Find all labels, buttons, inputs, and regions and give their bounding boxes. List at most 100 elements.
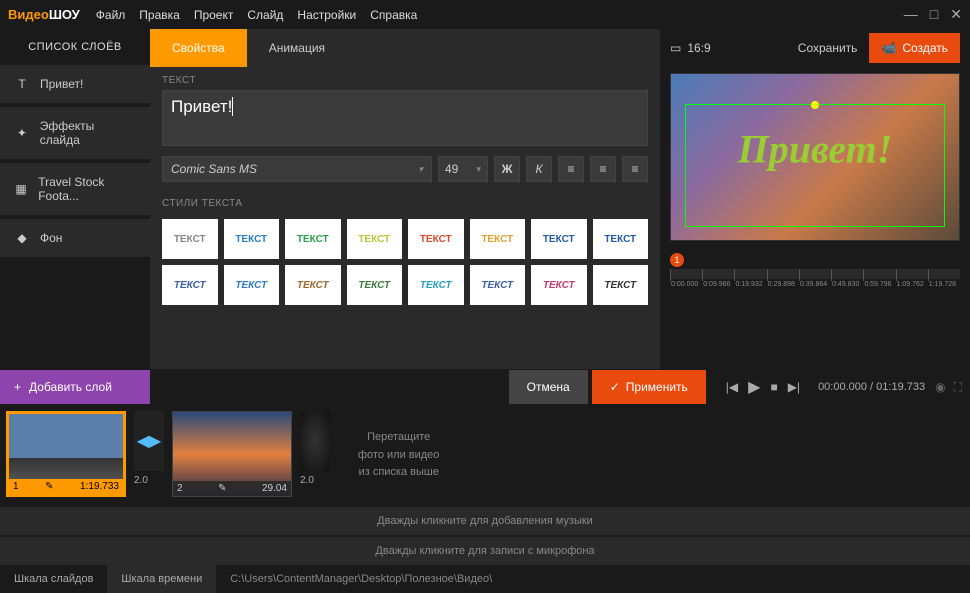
stop-button[interactable]: ■ <box>770 380 777 394</box>
align-left-button[interactable]: ≡ <box>558 156 584 182</box>
layer-item-effects[interactable]: ✦Эффекты слайда <box>0 107 150 159</box>
text-style-preset[interactable]: ТЕКСТ <box>162 219 218 259</box>
menu-project[interactable]: Проект <box>194 8 234 22</box>
apply-button[interactable]: ✓Применить <box>592 370 706 404</box>
play-button[interactable]: ▶ <box>748 377 760 397</box>
plus-icon: + <box>14 380 21 394</box>
add-layer-button[interactable]: +Добавить слой <box>0 370 150 404</box>
italic-button[interactable]: К <box>526 156 552 182</box>
cancel-button[interactable]: Отмена <box>509 370 588 404</box>
chevron-down-icon: ▾ <box>418 164 423 175</box>
ruler-tick: 0:19.932 <box>734 269 766 281</box>
wand-icon: ✦ <box>14 126 30 140</box>
slide-thumbnail-1[interactable]: 1✎1:19.733 <box>6 411 126 497</box>
menu-help[interactable]: Справка <box>370 8 417 22</box>
slide-strip: 1✎1:19.733 ◀▶ 2.0 2✎29.04 2.0 Перетащите… <box>0 405 970 505</box>
music-track[interactable]: Дважды кликните для добавления музыки <box>0 507 970 535</box>
layer-item-video[interactable]: ▦ Travel Stock Foota... <box>0 163 150 215</box>
ruler-tick: 1:19.728 <box>928 269 960 281</box>
dropzone[interactable]: Перетащитефото или видеоиз списка выше <box>358 411 439 482</box>
menu-settings[interactable]: Настройки <box>297 8 356 22</box>
transition-2[interactable] <box>300 411 330 471</box>
text-icon: T <box>14 77 30 91</box>
font-size-select[interactable]: 49▾ <box>438 156 488 182</box>
menu-slide[interactable]: Слайд <box>247 8 283 22</box>
text-style-preset[interactable]: ТЕКСТ <box>593 265 649 305</box>
ruler-tick: 0:29.898 <box>767 269 799 281</box>
next-button[interactable]: ▶| <box>788 380 800 394</box>
layer-item-text[interactable]: T Привет! <box>0 65 150 103</box>
maximize-button[interactable]: □ <box>930 6 938 23</box>
transition-duration: 2.0 <box>134 475 164 486</box>
tab-animation[interactable]: Анимация <box>247 29 347 67</box>
align-center-button[interactable]: ≡ <box>590 156 616 182</box>
timecode: 00:00.000 / 01:19.733 <box>818 381 925 393</box>
bold-button[interactable]: Ж <box>494 156 520 182</box>
layer-label: Travel Stock Foota... <box>38 175 136 203</box>
snapshot-button[interactable]: ◉ <box>935 380 945 394</box>
text-style-preset[interactable]: ТЕКСТ <box>408 219 464 259</box>
film-icon: ▦ <box>14 182 28 196</box>
preview-timeline[interactable]: 1 0:00.0000:09.9660:19.9320:29.8980:39.8… <box>670 253 960 279</box>
text-style-preset[interactable]: ТЕКСТ <box>347 219 403 259</box>
sidebar-title: СПИСОК СЛОЁВ <box>0 29 150 65</box>
layer-item-background[interactable]: ◆ Фон <box>0 219 150 257</box>
main-menu: Файл Правка Проект Слайд Настройки Справ… <box>96 8 418 22</box>
fullscreen-button[interactable]: ⛶ <box>954 380 962 395</box>
create-button[interactable]: 📹Создать <box>869 33 960 63</box>
camera-icon: 📹 <box>881 41 896 55</box>
footer-path: C:\Users\ContentManager\Desktop\Полезное… <box>216 573 506 585</box>
menu-edit[interactable]: Правка <box>139 8 180 22</box>
layer-label: Фон <box>40 231 62 245</box>
titlebar: ВидеоШОУ Файл Правка Проект Слайд Настро… <box>0 0 970 29</box>
tab-properties[interactable]: Свойства <box>150 29 247 67</box>
layer-label: Привет! <box>40 77 83 91</box>
text-style-preset[interactable]: ТЕКСТ <box>531 219 587 259</box>
edit-icon[interactable]: ✎ <box>218 483 226 494</box>
preview-canvas[interactable]: Привет! <box>670 73 960 241</box>
edit-icon[interactable]: ✎ <box>45 481 53 492</box>
monitor-icon: ▭ <box>670 41 681 55</box>
font-family-select[interactable]: Comic Sans MS▾ <box>162 156 432 182</box>
text-style-preset[interactable]: ТЕКСТ <box>470 219 526 259</box>
text-style-preset[interactable]: ТЕКСТ <box>408 265 464 305</box>
mic-track[interactable]: Дважды кликните для записи с микрофона <box>0 537 970 565</box>
text-input[interactable]: Привет! <box>162 90 648 146</box>
bucket-icon: ◆ <box>14 231 30 245</box>
aspect-ratio[interactable]: ▭16:9 <box>670 41 711 55</box>
text-style-preset[interactable]: ТЕКСТ <box>593 219 649 259</box>
text-style-preset[interactable]: ТЕКСТ <box>224 265 280 305</box>
ruler-tick: 0:59.796 <box>863 269 895 281</box>
rotate-handle[interactable] <box>811 101 819 109</box>
footer-tab-slides[interactable]: Шкала слайдов <box>0 565 107 593</box>
close-button[interactable]: ✕ <box>950 6 962 23</box>
app-logo: ВидеоШОУ <box>8 7 80 22</box>
ruler-tick: 0:00.000 <box>670 269 702 281</box>
slide-thumbnail-2[interactable]: 2✎29.04 <box>172 411 292 497</box>
transition-1[interactable]: ◀▶ <box>134 411 164 471</box>
save-button[interactable]: Сохранить <box>798 41 858 55</box>
text-style-preset[interactable]: ТЕКСТ <box>285 219 341 259</box>
layers-sidebar: СПИСОК СЛОЁВ T Привет! ✦Эффекты слайда ▦ T… <box>0 29 150 369</box>
text-style-preset[interactable]: ТЕКСТ <box>285 265 341 305</box>
timeline-marker[interactable]: 1 <box>670 253 684 267</box>
preview-text-overlay[interactable]: Привет! <box>738 125 893 172</box>
prev-button[interactable]: |◀ <box>726 380 738 394</box>
footer-tab-timeline[interactable]: Шкала времени <box>107 565 216 593</box>
preview-panel: ▭16:9 Сохранить 📹Создать Привет! 1 0:00.… <box>660 29 970 369</box>
ruler-tick: 0:09.966 <box>702 269 734 281</box>
text-style-preset[interactable]: ТЕКСТ <box>162 265 218 305</box>
footer: Шкала слайдов Шкала времени C:\Users\Con… <box>0 565 970 593</box>
transition-icon: ◀▶ <box>137 431 162 451</box>
menu-file[interactable]: Файл <box>96 8 126 22</box>
chevron-down-icon: ▾ <box>476 164 481 175</box>
minimize-button[interactable]: — <box>904 6 918 23</box>
text-style-preset[interactable]: ТЕКСТ <box>224 219 280 259</box>
text-style-preset[interactable]: ТЕКСТ <box>347 265 403 305</box>
text-style-preset[interactable]: ТЕКСТ <box>531 265 587 305</box>
check-icon: ✓ <box>610 380 620 394</box>
text-style-preset[interactable]: ТЕКСТ <box>470 265 526 305</box>
align-right-button[interactable]: ≡ <box>622 156 648 182</box>
transition-duration: 2.0 <box>300 475 330 486</box>
properties-panel: Свойства Анимация ТЕКСТ Привет! Comic Sa… <box>150 29 660 369</box>
